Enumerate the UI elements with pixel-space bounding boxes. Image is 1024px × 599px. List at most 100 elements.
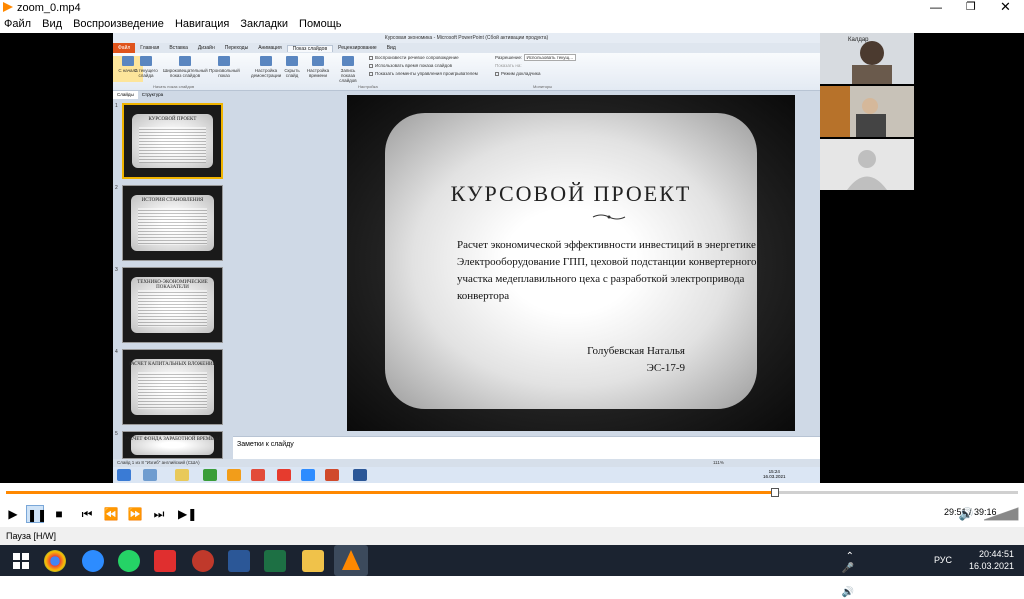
slide-thumbnail[interactable]: КУРСОВОЙ ПРОЕКТ: [122, 103, 223, 179]
zoom-icon[interactable]: [82, 550, 104, 572]
yandex-icon[interactable]: [277, 469, 291, 481]
tray-icons[interactable]: ⌃ 🎤 ▭ 🔊: [842, 551, 854, 599]
clock-time[interactable]: 20:44:51: [969, 548, 1014, 560]
player-controls: ▶ ❚❚ ■ ⏮ ⏪ ⏩ ⏭ ▶❚ 29:51 / 39:16 🔊: [0, 501, 1024, 527]
slide-thumbnail[interactable]: ИСТОРИЯ СТАНОВЛЕНИЯ: [122, 185, 223, 261]
start-icon[interactable]: [117, 469, 131, 481]
record-show-button[interactable]: Запись показа слайдов: [333, 56, 363, 83]
avatar-placeholder-icon: [847, 150, 887, 190]
menu-file[interactable]: Файл: [0, 16, 35, 32]
custom-show-button[interactable]: Произвольный показ: [209, 56, 240, 78]
maximize-button[interactable]: ❐: [966, 0, 976, 13]
minimize-button[interactable]: —: [930, 0, 942, 14]
rewind-icon[interactable]: ⏪: [102, 505, 120, 523]
student-group: ЭС-17-9: [646, 362, 685, 374]
slide-editor: КУРСОВОЙ ПРОЕКТ Расчет экономической эфф…: [233, 91, 820, 436]
rehearse-timings-button[interactable]: Настройка времени: [305, 56, 331, 78]
app-icon[interactable]: [192, 550, 214, 572]
setup-show-button[interactable]: Настройка демонстрации: [251, 56, 281, 78]
tab-view[interactable]: Вид: [382, 45, 401, 51]
word-icon[interactable]: [353, 469, 367, 481]
participant-name: Калдар: [848, 37, 869, 43]
tab-outline[interactable]: Структура: [138, 91, 167, 99]
tab-review[interactable]: Рецензирование: [333, 45, 382, 51]
tab-animation[interactable]: Анимация: [253, 45, 286, 51]
participant-video[interactable]: Калдар: [820, 33, 914, 84]
chrome-icon[interactable]: [251, 469, 265, 481]
hide-slide-button[interactable]: Скрыть слайд: [281, 56, 303, 78]
presenter-view-checkbox[interactable]: Режим докладчика: [495, 71, 540, 76]
seek-handle[interactable]: [771, 488, 780, 497]
slide-canvas[interactable]: КУРСОВОЙ ПРОЕКТ Расчет экономической эфф…: [347, 95, 795, 431]
whatsapp-icon[interactable]: [118, 550, 140, 572]
tab-design[interactable]: Дизайн: [193, 45, 220, 51]
volume-slider[interactable]: [984, 507, 1020, 521]
tab-file[interactable]: Файл: [113, 43, 136, 53]
app-icon[interactable]: [203, 469, 217, 481]
pdf-reader-icon[interactable]: [154, 550, 176, 572]
play-icon[interactable]: ▶: [4, 505, 22, 523]
tab-transitions[interactable]: Переходы: [220, 45, 253, 51]
windows-taskbar: ⌃ 🎤 ▭ 🔊 РУС 20:44:51 16.03.2021: [0, 545, 1024, 598]
ppt-ribbon: С начала С текущего слайда Широковещател…: [113, 53, 820, 91]
group-setup: Настройка: [358, 84, 378, 89]
notes-placeholder: Заметки к слайду: [237, 441, 294, 448]
volume-icon[interactable]: 🔊: [956, 505, 976, 523]
menu-navigation[interactable]: Навигация: [171, 16, 233, 32]
app-icon[interactable]: [227, 469, 241, 481]
chrome-icon[interactable]: [44, 550, 66, 572]
tab-slides[interactable]: Слайды: [113, 91, 138, 99]
previous-icon[interactable]: ⏮: [78, 505, 96, 523]
stop-icon[interactable]: ■: [50, 505, 68, 523]
menu-view[interactable]: Вид: [38, 16, 66, 32]
word-icon[interactable]: [228, 550, 250, 572]
participant-video[interactable]: [820, 139, 914, 190]
folder-icon[interactable]: [175, 469, 189, 481]
timings-checkbox[interactable]: Использовать время показа слайдов: [369, 63, 452, 68]
slide-number: 1: [115, 103, 118, 109]
setup-icon: [260, 56, 272, 66]
group-start: Начать показ слайдов: [153, 84, 195, 89]
forward-icon[interactable]: ⏩: [126, 505, 144, 523]
slideshow-current-icon: [140, 56, 152, 66]
participant-video[interactable]: [820, 86, 914, 137]
pause-icon[interactable]: ❚❚: [26, 505, 47, 523]
windows-start-icon[interactable]: [10, 550, 32, 572]
clock-date[interactable]: 16.03.2021: [969, 560, 1014, 572]
tab-slideshow[interactable]: Показ слайдов: [286, 44, 334, 52]
menu-bookmarks[interactable]: Закладки: [236, 16, 292, 32]
close-button[interactable]: ✕: [1000, 0, 1011, 15]
slide-number: 5: [115, 431, 118, 437]
player-state: Пауза [H/W]: [6, 531, 57, 541]
broadcast-icon: [179, 56, 191, 66]
language-indicator[interactable]: РУС: [934, 554, 952, 566]
hide-slide-icon: [286, 56, 298, 66]
excel-icon[interactable]: [264, 550, 286, 572]
resolution-select[interactable]: Разрешение: Использовать текущ...: [495, 54, 576, 61]
slide-thumbnail[interactable]: РАСЧЕТ КАПИТАЛЬНЫХ ВЛОЖЕНИЙ: [122, 349, 223, 425]
from-current-button[interactable]: С текущего слайда: [131, 56, 161, 78]
vlc-taskbar-item[interactable]: [334, 545, 368, 576]
powerpoint-icon[interactable]: [325, 469, 339, 481]
tab-insert[interactable]: Вставка: [164, 45, 193, 51]
tab-home[interactable]: Главная: [135, 45, 164, 51]
menu-playback[interactable]: Воспроизведение: [69, 16, 168, 32]
file-explorer-icon[interactable]: [302, 550, 324, 572]
system-tray: ⌃ 🎤 ▭ 🔊 РУС 20:44:51 16.03.2021: [842, 548, 1014, 598]
frame-step-icon[interactable]: ▶❚: [178, 505, 197, 523]
seek-bar[interactable]: [0, 483, 1024, 501]
show-on-select[interactable]: Показать на:: [495, 63, 522, 68]
app-icon[interactable]: [143, 469, 157, 481]
slide-thumbnail[interactable]: РАСЧЕТ ФОНДА ЗАРАБОТНОЙ ВРЕМЕНИ: [122, 431, 223, 459]
slide-number: 4: [115, 349, 118, 355]
zoom-icon[interactable]: [301, 469, 315, 481]
notes-pane[interactable]: Заметки к слайду: [233, 436, 820, 459]
next-icon[interactable]: ⏭: [150, 505, 168, 523]
window-titlebar: zoom_0.mp4 — ❐ ✕: [0, 0, 1024, 16]
media-controls-checkbox[interactable]: Показать элементы управления проигрывате…: [369, 71, 478, 76]
menu-help[interactable]: Помощь: [295, 16, 346, 32]
slide-number: 3: [115, 267, 118, 273]
broadcast-button[interactable]: Широковещательный показ слайдов: [163, 56, 208, 78]
narration-checkbox[interactable]: Воспроизвести речевое сопровождение: [369, 55, 459, 60]
slide-thumbnail[interactable]: ТЕХНИКО-ЭКОНОМИЧЕСКИЕ ПОКАЗАТЕЛИ: [122, 267, 223, 343]
